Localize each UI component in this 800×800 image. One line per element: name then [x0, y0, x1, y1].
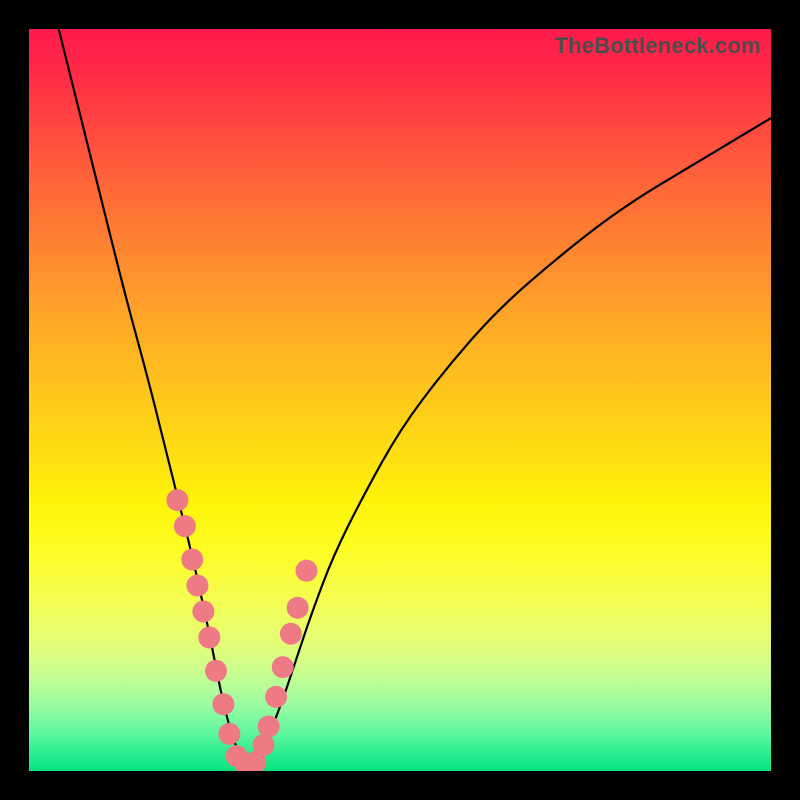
highlight-dot [174, 515, 196, 537]
highlight-dot [296, 560, 318, 582]
highlight-dot [181, 549, 203, 571]
dot-group [166, 489, 317, 771]
highlight-dot [252, 734, 274, 756]
highlight-dot [198, 626, 220, 648]
highlight-dot [280, 623, 302, 645]
highlight-dot [258, 715, 280, 737]
highlight-dot [265, 686, 287, 708]
plot-area: TheBottleneck.com [29, 29, 771, 771]
chart-svg [29, 29, 771, 771]
highlight-dot [287, 597, 309, 619]
highlight-dot [218, 723, 240, 745]
chart-canvas: TheBottleneck.com [0, 0, 800, 800]
highlight-dot [186, 575, 208, 597]
highlight-dot [205, 660, 227, 682]
highlight-dot [212, 693, 234, 715]
bottleneck-curve [59, 29, 771, 764]
highlight-dot [272, 656, 294, 678]
highlight-dot [192, 600, 214, 622]
highlight-dot [166, 489, 188, 511]
